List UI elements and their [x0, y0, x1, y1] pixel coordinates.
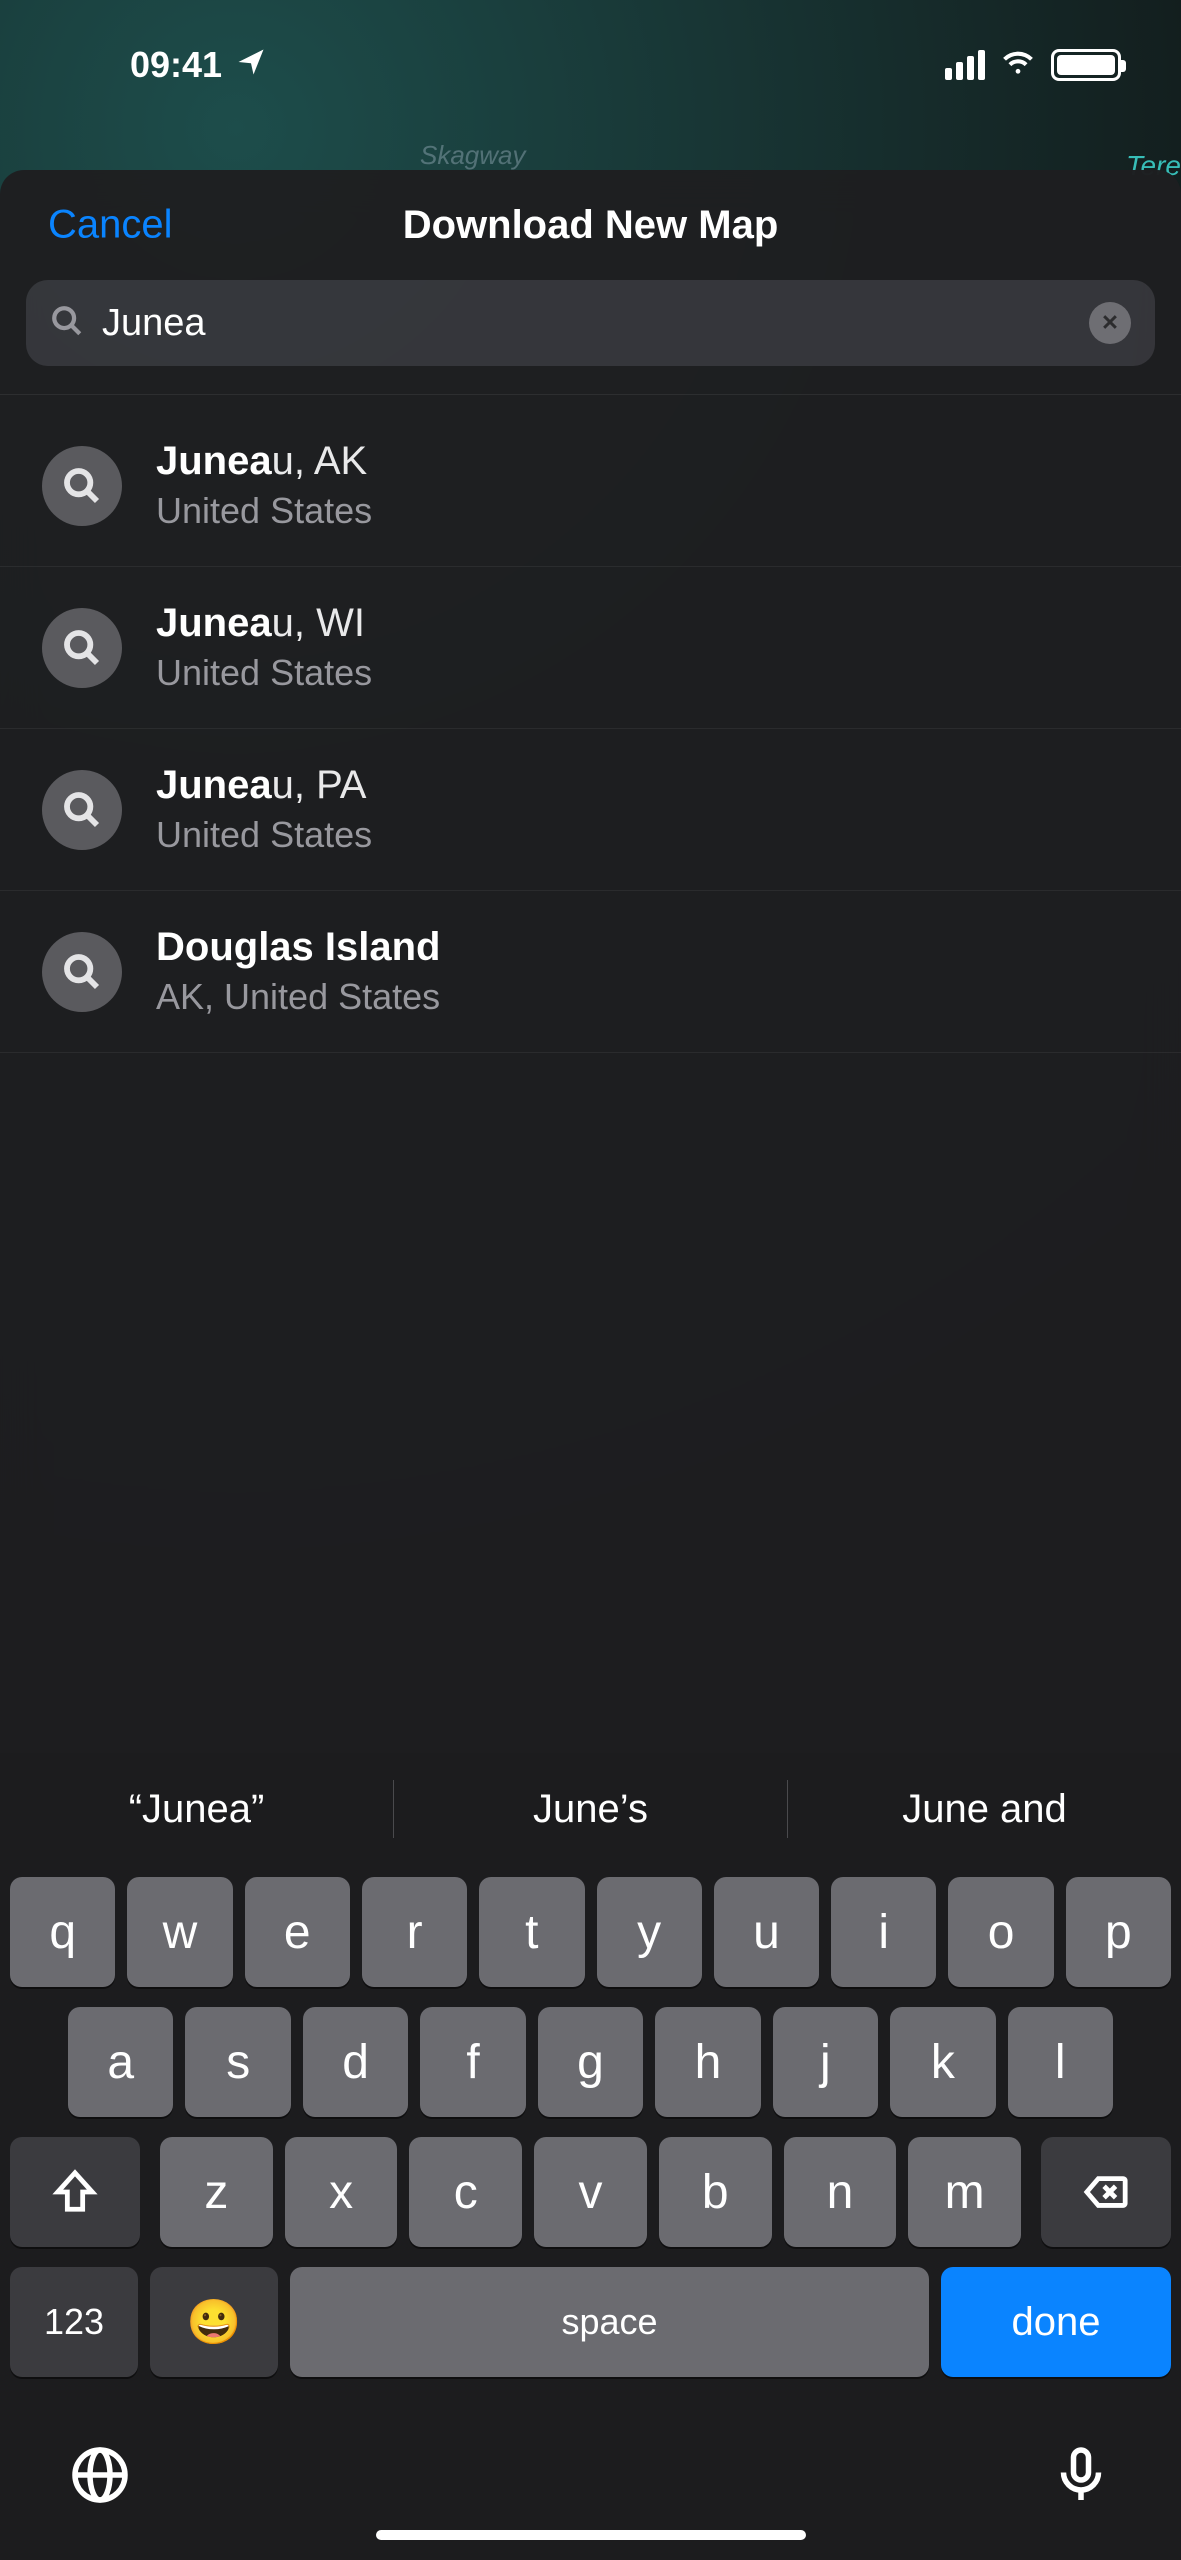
result-subtitle: United States	[156, 490, 372, 532]
status-time: 09:41	[130, 44, 222, 86]
download-map-sheet: Cancel Download New Map Juneau, AK Unite…	[0, 170, 1181, 2560]
map-bg-label: Skagway	[420, 140, 526, 171]
key-d[interactable]: d	[303, 2007, 408, 2117]
search-field[interactable]	[26, 280, 1155, 366]
key-c[interactable]: c	[409, 2137, 522, 2247]
result-title: Juneau, PA	[156, 763, 372, 808]
dictation-icon[interactable]	[1051, 2445, 1111, 2510]
key-e[interactable]: e	[245, 1877, 350, 1987]
status-right	[945, 42, 1121, 89]
key-u[interactable]: u	[714, 1877, 819, 1987]
search-result-row[interactable]: Juneau, WI United States	[0, 567, 1181, 729]
result-subtitle: AK, United States	[156, 976, 441, 1018]
prediction-bar: “Junea”June’sJune and	[0, 1753, 1181, 1865]
sheet-header: Cancel Download New Map	[0, 170, 1181, 280]
key-q[interactable]: q	[10, 1877, 115, 1987]
key-x[interactable]: x	[285, 2137, 398, 2247]
search-result-row[interactable]: Douglas Island AK, United States	[0, 891, 1181, 1053]
space-key[interactable]: space	[290, 2267, 929, 2377]
search-input[interactable]	[102, 302, 1071, 345]
key-i[interactable]: i	[831, 1877, 936, 1987]
magnifier-icon	[42, 608, 122, 688]
key-a[interactable]: a	[68, 2007, 173, 2117]
battery-icon	[1051, 49, 1121, 81]
key-t[interactable]: t	[479, 1877, 584, 1987]
key-p[interactable]: p	[1066, 1877, 1171, 1987]
result-title: Juneau, WI	[156, 601, 372, 646]
magnifier-icon	[42, 770, 122, 850]
status-bar: 09:41	[0, 0, 1181, 130]
sheet-title: Download New Map	[403, 203, 779, 248]
wifi-icon	[999, 42, 1037, 89]
key-w[interactable]: w	[127, 1877, 232, 1987]
result-subtitle: United States	[156, 652, 372, 694]
shift-key[interactable]	[10, 2137, 140, 2247]
clear-search-button[interactable]	[1089, 302, 1131, 344]
home-indicator[interactable]	[376, 2530, 806, 2540]
magnifier-icon	[42, 446, 122, 526]
key-f[interactable]: f	[420, 2007, 525, 2117]
key-m[interactable]: m	[908, 2137, 1021, 2247]
key-k[interactable]: k	[890, 2007, 995, 2117]
magnifier-icon	[42, 932, 122, 1012]
close-icon	[1100, 312, 1120, 335]
key-l[interactable]: l	[1008, 2007, 1113, 2117]
search-icon	[50, 304, 84, 343]
status-left: 09:41	[130, 44, 266, 86]
key-j[interactable]: j	[773, 2007, 878, 2117]
key-o[interactable]: o	[948, 1877, 1053, 1987]
prediction-candidate[interactable]: June’s	[394, 1787, 787, 1832]
globe-icon[interactable]	[70, 2445, 130, 2510]
emoji-key[interactable]: 😀	[150, 2267, 278, 2377]
keyboard: “Junea”June’sJune and qwertyuiop asdfghj…	[0, 1753, 1181, 2560]
search-result-row[interactable]: Juneau, PA United States	[0, 729, 1181, 891]
key-b[interactable]: b	[659, 2137, 772, 2247]
location-arrow-icon	[236, 44, 266, 86]
cancel-button[interactable]: Cancel	[48, 203, 173, 248]
prediction-candidate[interactable]: June and	[788, 1787, 1181, 1832]
key-r[interactable]: r	[362, 1877, 467, 1987]
key-g[interactable]: g	[538, 2007, 643, 2117]
search-result-row[interactable]: Juneau, AK United States	[0, 405, 1181, 567]
result-subtitle: United States	[156, 814, 372, 856]
backspace-key[interactable]	[1041, 2137, 1171, 2247]
prediction-candidate[interactable]: “Junea”	[0, 1787, 393, 1832]
result-title: Juneau, AK	[156, 439, 372, 484]
key-s[interactable]: s	[185, 2007, 290, 2117]
result-title: Douglas Island	[156, 925, 441, 970]
cellular-signal-icon	[945, 50, 985, 80]
key-h[interactable]: h	[655, 2007, 760, 2117]
numbers-key[interactable]: 123	[10, 2267, 138, 2377]
key-n[interactable]: n	[784, 2137, 897, 2247]
key-z[interactable]: z	[160, 2137, 273, 2247]
key-v[interactable]: v	[534, 2137, 647, 2247]
done-key[interactable]: done	[941, 2267, 1171, 2377]
key-y[interactable]: y	[597, 1877, 702, 1987]
